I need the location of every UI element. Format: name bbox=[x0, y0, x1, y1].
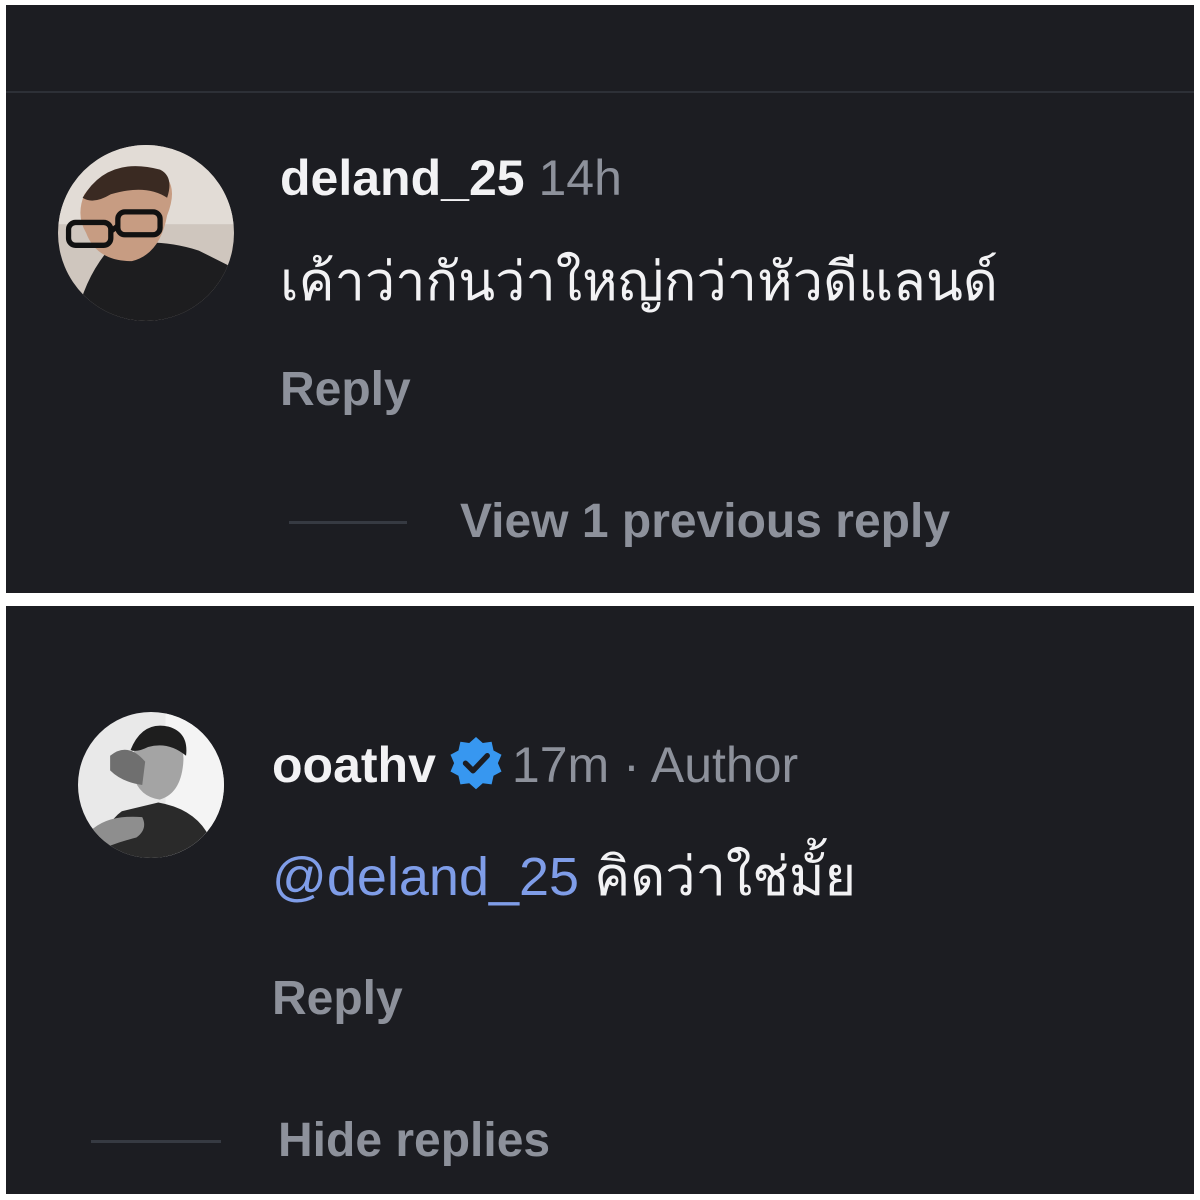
comment-text: @deland_25 คิดว่าใช่มั้ย bbox=[272, 844, 856, 910]
comment-panel-ooathv: ooathv 17m · Author @deland_25 คิดว่าใช่… bbox=[6, 606, 1194, 1194]
username[interactable]: ooathv bbox=[272, 737, 436, 793]
section-divider bbox=[6, 91, 1194, 93]
comment-header: ooathv 17m · Author bbox=[272, 734, 798, 795]
thread-divider-line bbox=[91, 1140, 221, 1143]
verified-badge-icon bbox=[450, 737, 502, 790]
hide-replies-button[interactable]: Hide replies bbox=[278, 1112, 550, 1170]
reply-button[interactable]: Reply bbox=[272, 970, 403, 1028]
reply-button[interactable]: Reply bbox=[280, 361, 411, 419]
comment-header: deland_25 14h bbox=[280, 148, 622, 208]
avatar-photo-ooathv bbox=[78, 712, 224, 858]
author-label: Author bbox=[650, 737, 799, 793]
comment-body: คิดว่าใช่มั้ย bbox=[594, 847, 857, 907]
mention-link[interactable]: @deland_25 bbox=[272, 847, 579, 907]
meta-separator: · bbox=[623, 737, 640, 793]
avatar[interactable] bbox=[58, 145, 234, 321]
view-previous-replies-button[interactable]: View 1 previous reply bbox=[460, 493, 950, 551]
timestamp: 17m bbox=[511, 737, 610, 793]
timestamp: 14h bbox=[538, 150, 622, 206]
thread-divider-line bbox=[289, 521, 407, 524]
avatar[interactable] bbox=[78, 712, 224, 858]
username[interactable]: deland_25 bbox=[280, 150, 525, 206]
comment-text: เค้าว่ากันว่าใหญ่กว่าหัวดีแลนด์ bbox=[280, 252, 998, 312]
avatar-photo-deland bbox=[58, 145, 234, 321]
comment-panel-deland: deland_25 14h เค้าว่ากันว่าใหญ่กว่าหัวดี… bbox=[6, 5, 1194, 593]
